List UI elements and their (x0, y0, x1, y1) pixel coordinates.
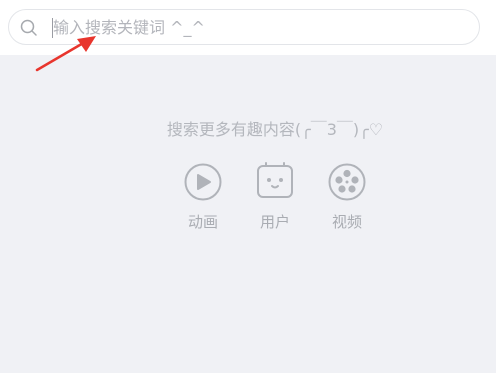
empty-state-message: 搜索更多有趣内容(╭￣3￣)╭♡ (166, 120, 384, 139)
search-input[interactable] (53, 10, 453, 44)
search-header (0, 0, 496, 55)
quick-link-user[interactable]: 用户 (245, 162, 305, 232)
quick-link-label: 动画 (187, 213, 218, 231)
search-icon (20, 19, 37, 36)
search-box[interactable] (8, 9, 480, 45)
play-circle-icon (184, 163, 222, 201)
film-reel-icon (328, 163, 366, 201)
quick-link-label: 视频 (331, 213, 362, 231)
quick-link-label: 用户 (259, 213, 290, 231)
tv-face-icon (257, 162, 293, 198)
quick-link-video[interactable]: 视频 (317, 162, 377, 232)
quick-link-anime[interactable]: 动画 (173, 162, 233, 232)
